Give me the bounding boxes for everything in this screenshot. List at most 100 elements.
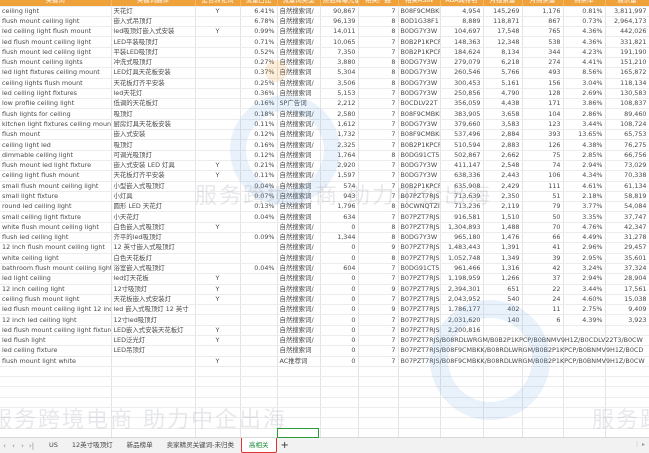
cell-aba-rank[interactable]: 2,394,301 [440,284,484,295]
cell-monthly-purchases[interactable]: 156 [522,78,564,89]
cell-related-products[interactable]: 8 [358,150,399,161]
cell-keyword[interactable]: led ceiling fixture [0,345,112,357]
cell-conversion-flag[interactable] [195,242,241,254]
cell-keyword[interactable]: bathroom flush mount ceiling light [0,263,112,275]
empty-cell[interactable] [522,417,564,429]
cell-traffic-type[interactable]: 自然搜索词/ [277,304,321,316]
cell-traffic-share[interactable] [240,253,278,264]
cell-monthly-purchases[interactable]: 867 [522,16,564,28]
cell-related-asin[interactable]: B07PZT7RJS [398,314,441,326]
cell-purchase-rate[interactable]: 4.76% [563,222,606,234]
cell-conversion-flag[interactable] [195,263,241,275]
cell-traffic-type[interactable]: 自然搜索词 [277,150,321,161]
cell-monthly-purchases[interactable]: 24 [522,294,564,306]
cell-aba-rank[interactable]: 411,147 [440,160,484,172]
cell-monthly-purchases[interactable]: 493 [522,67,564,79]
next-sheet-icon[interactable]: › [18,442,27,450]
empty-cell[interactable] [398,407,441,419]
cell-translation[interactable]: 厨房灯具天花板安装 [111,119,196,131]
cell-monthly-searches[interactable]: 1,488 [483,222,523,234]
cell-related-asin[interactable]: B0DG7Y3W [398,67,441,79]
cell-conversion-flag[interactable] [195,57,241,69]
cell-weekly-impressions[interactable]: 10,065 [320,36,359,48]
cell-traffic-type[interactable]: 自然搜索词/ [277,16,321,28]
cell-conversion-flag[interactable]: Y [195,335,241,347]
cell-keyword[interactable]: small ceiling light fixture [0,211,112,223]
empty-cell[interactable] [111,407,196,419]
cell-weekly-impressions[interactable]: 0 [320,294,359,306]
cell-weekly-impressions[interactable]: 5,153 [320,88,359,100]
cell-traffic-type[interactable]: 自然搜索词/ [277,263,321,275]
cell-aba-rank[interactable]: 916,581 [440,211,484,223]
cell-purchase-rate[interactable]: 4.34% [563,170,606,182]
column-header-weekly-impressions[interactable]: 预估周曝光量 [320,0,359,7]
cell-purchase-rate[interactable]: 3.04% [563,78,606,89]
cell-traffic-share[interactable]: 0.12% [240,129,278,141]
cell-impressions[interactable]: 3,923 [605,314,649,326]
cell-conversion-flag[interactable] [195,201,241,213]
cell-impressions[interactable]: 331,821 [605,36,649,48]
cell-keyword[interactable]: small light fixture [0,191,112,203]
cell-monthly-searches[interactable]: 4,438 [483,98,523,110]
cell-conversion-flag[interactable] [195,98,241,110]
cell-purchase-rate[interactable]: 4.38% [563,139,606,151]
cell-monthly-purchases[interactable]: 11 [522,304,564,316]
cell-related-products[interactable]: 7 [358,108,399,120]
cell-translation[interactable]: 天花灯 [111,6,196,17]
cell-weekly-impressions[interactable]: 1,764 [320,150,359,161]
cell-aba-rank[interactable]: 1,052,748 [440,253,484,264]
cell-related-products[interactable]: 7 [358,263,399,275]
cell-weekly-impressions[interactable]: 3,506 [320,78,359,89]
cell-keyword[interactable]: led light ceiling [0,273,112,285]
cell-weekly-impressions[interactable]: 7,350 [320,47,359,58]
cell-traffic-type[interactable]: AC推荐词 [277,356,321,367]
cell-weekly-impressions[interactable]: 0 [320,356,359,367]
cell-traffic-share[interactable]: 0.71% [240,36,278,48]
cell-conversion-flag[interactable]: Y [195,356,241,367]
cell-impressions[interactable]: 165,872 [605,67,649,79]
cell-keyword[interactable]: flush mount led ceiling light [0,47,112,58]
cell-related-asin[interactable]: B0D1G38F1 [398,16,441,28]
empty-cell[interactable] [111,397,196,409]
empty-cell[interactable] [440,376,484,388]
empty-cell[interactable] [240,366,278,378]
cell-translation[interactable]: 12寸吸顶灯 [111,284,196,295]
cell-conversion-flag[interactable]: Y [195,273,241,285]
cell-traffic-type[interactable]: 自然搜索词/ [277,253,321,264]
cell-traffic-share[interactable]: 6.41% [240,6,278,17]
cell-monthly-searches[interactable]: 3,658 [483,108,523,120]
empty-cell[interactable] [0,366,112,378]
cell-related-products[interactable]: 7 [358,36,399,48]
cell-related-asin[interactable]: B0B2P1KPCF [398,181,441,192]
cell-conversion-flag[interactable] [195,36,241,48]
cell-translation[interactable]: 12寸led吸顶灯 [111,314,196,326]
cell-translation[interactable]: 嵌入式吊顶灯 [111,16,196,28]
selected-cell[interactable] [277,428,319,438]
cell-traffic-share[interactable] [240,314,278,326]
cell-traffic-share[interactable] [240,284,278,295]
cell-traffic-type[interactable]: 自然搜索词/ [277,36,321,48]
cell-related-asin[interactable]: B08F9CMBKI [398,129,441,141]
cell-weekly-impressions[interactable]: 0 [320,242,359,254]
cell-impressions[interactable]: 9,409 [605,304,649,316]
empty-cell[interactable] [563,376,606,388]
cell-weekly-impressions[interactable]: 1,597 [320,170,359,182]
cell-traffic-type[interactable]: 自然搜索词/ [277,242,321,254]
cell-traffic-type[interactable]: SP广告词 [277,98,321,110]
cell-related-asin[interactable]: B07PZT7RJS [398,191,441,203]
empty-cell[interactable] [0,386,112,398]
cell-translation[interactable]: 吸顶灯 [111,108,196,120]
cell-traffic-share[interactable] [240,273,278,285]
cell-related-asin[interactable]: B0DG7Y3W [398,78,441,89]
cell-purchase-rate[interactable] [563,325,606,337]
cell-traffic-type[interactable]: 自然搜索词/ [277,284,321,295]
cell-monthly-searches[interactable]: 12,348 [483,36,523,48]
cell-purchase-rate[interactable]: 4.39% [563,314,606,326]
cell-purchase-rate[interactable]: 2.94% [563,160,606,172]
cell-keyword[interactable]: flush lights for ceiling [0,108,112,120]
cell-aba-rank[interactable]: 1,786,177 [440,304,484,316]
cell-traffic-share[interactable] [240,356,278,367]
cell-translation[interactable]: 白色嵌入式吸顶灯 [111,222,196,234]
empty-cell[interactable] [358,376,399,388]
empty-cell[interactable] [320,386,359,398]
